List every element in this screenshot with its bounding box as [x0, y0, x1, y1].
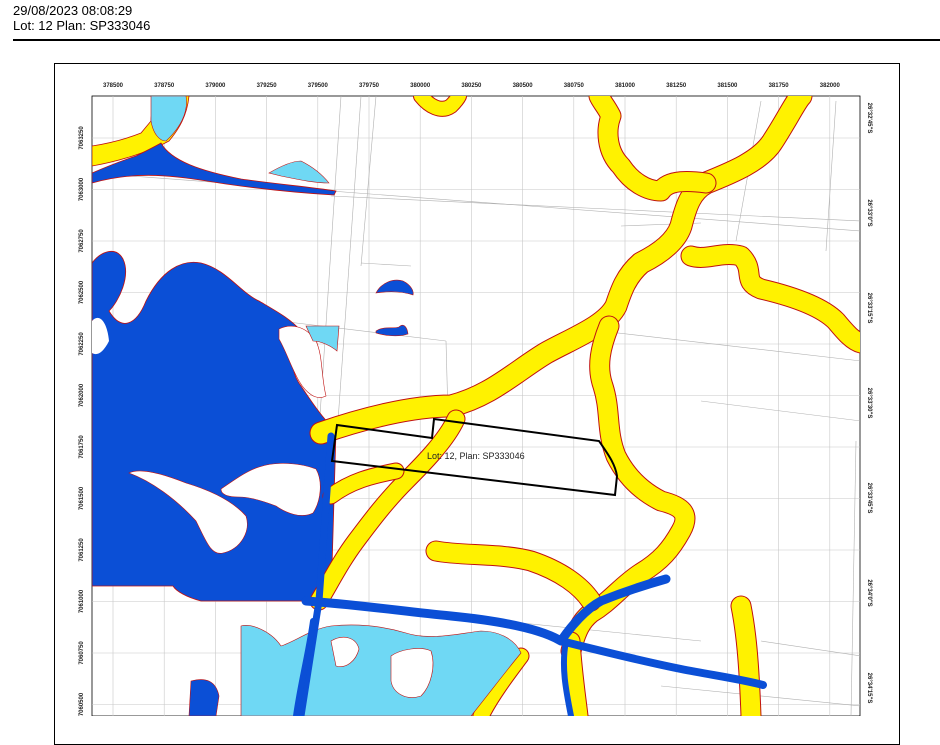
x-tick-label: 378500 [103, 83, 124, 89]
y-tick-label: 7061000 [79, 589, 85, 613]
x-tick-label: 381000 [615, 83, 636, 89]
y-tick-label: 7061500 [79, 486, 85, 510]
y-tick-label: 7062250 [79, 332, 85, 356]
lat-tick-label: 26°34'0"S [866, 579, 872, 606]
y-tick-label: 7062500 [79, 280, 85, 304]
x-tick-label: 379250 [257, 83, 278, 89]
y-tick-label: 7063000 [79, 177, 85, 201]
x-tick-label: 380000 [410, 83, 431, 89]
x-tick-label: 381750 [769, 83, 790, 89]
lat-tick-label: 26°34'15"S [866, 673, 872, 704]
report-lot-plan: Lot: 12 Plan: SP333046 [13, 18, 151, 33]
y-tick-label: 7060750 [79, 641, 85, 665]
report-datetime: 29/08/2023 08:08:29 [13, 3, 133, 18]
lat-tick-label: 26°32'45"S [866, 103, 872, 134]
x-tick-label: 380750 [564, 83, 585, 89]
y-tick-label: 7061750 [79, 435, 85, 459]
lat-tick-label: 26°33'30"S [866, 388, 872, 419]
header-divider [13, 39, 940, 41]
x-tick-label: 381500 [717, 83, 738, 89]
y-tick-label: 7062750 [79, 229, 85, 253]
x-tick-label: 379750 [359, 83, 380, 89]
x-tick-label: 379000 [205, 83, 226, 89]
y-tick-label: 7062000 [79, 383, 85, 407]
lat-tick-label: 26°33'45"S [866, 483, 872, 514]
water-pond-south[interactable] [188, 679, 220, 716]
map-canvas[interactable]: Lot: 12, Plan: SP333046 378500 378750 3790… [55, 64, 899, 716]
x-tick-label: 378750 [154, 83, 175, 89]
lat-axis-ticks: 26°32'45"S 26°33'0"S 26°33'15"S 26°33'30"S 2… [866, 103, 872, 704]
x-tick-label: 381250 [666, 83, 687, 89]
x-tick-label: 380250 [461, 83, 482, 89]
lat-tick-label: 26°33'0"S [866, 199, 872, 226]
x-tick-label: 382000 [820, 83, 841, 89]
x-tick-label: 379500 [308, 83, 329, 89]
y-axis-ticks: 7063250 7063000 7062750 7062500 7062250 70620… [79, 126, 85, 716]
map-frame[interactable]: Lot: 12, Plan: SP333046 378500 378750 3790… [54, 63, 900, 745]
lot-label: Lot: 12, Plan: SP333046 [427, 451, 525, 461]
x-tick-label: 380500 [513, 83, 534, 89]
x-axis-ticks: 378500 378750 379000 379250 379500 379750 3800… [103, 83, 840, 89]
y-tick-label: 7060500 [79, 692, 85, 716]
y-tick-label: 7063250 [79, 126, 85, 150]
y-tick-label: 7061250 [79, 538, 85, 562]
lat-tick-label: 26°33'15"S [866, 293, 872, 324]
